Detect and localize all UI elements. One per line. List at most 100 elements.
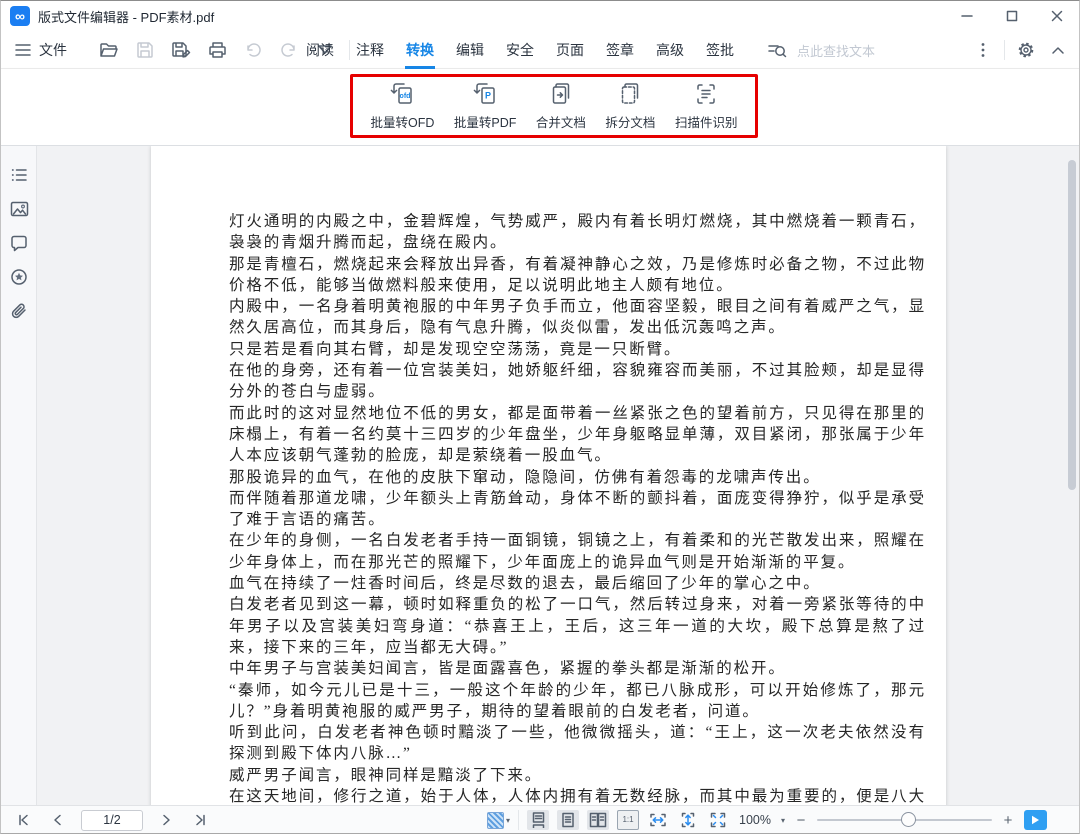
split-document-icon (617, 81, 643, 107)
split-document-button[interactable]: 拆分文档 (601, 79, 659, 133)
paragraph: “秦师，如今元儿已是十三，一般这个年龄的少年，都已八脉成形，可以开始修炼了，那元… (229, 680, 926, 723)
tool-label: 拆分文档 (605, 112, 655, 131)
tab-advanced[interactable]: 高级 (654, 31, 686, 69)
hamburger-icon (15, 43, 33, 57)
batch-to-pdf-icon: P (471, 81, 499, 107)
presentation-play-button[interactable] (1024, 810, 1047, 830)
previous-page-button[interactable] (47, 809, 67, 831)
view-divider (518, 810, 519, 830)
batch-to-pdf-button[interactable]: P 批量转PDF (450, 79, 521, 133)
settings-gear-icon[interactable] (1015, 39, 1037, 61)
paragraph: 内殿中，一名身着明黄袍服的中年男子负手而立，他面容坚毅，眼目之间有着威严之气，显… (229, 296, 926, 339)
redo-button[interactable] (277, 38, 301, 62)
save-as-button[interactable] (169, 38, 193, 62)
right-divider (1004, 40, 1005, 60)
view-mode-group: ▾ 1:1 (487, 806, 729, 834)
tool-label: 扫描件识别 (675, 112, 738, 131)
zoom-in-button[interactable]: + (1000, 812, 1016, 829)
merge-documents-button[interactable]: 合并文档 (532, 79, 590, 133)
close-button[interactable] (1034, 1, 1079, 31)
tool-label: 批量转OFD (371, 112, 435, 131)
zoom-slider[interactable] (817, 810, 992, 830)
app-logo-icon: ∞ (10, 6, 30, 26)
paragraph: 威严男子闻言，眼神同样是黯淡了下来。 (229, 765, 926, 786)
batch-to-ofd-icon: ofd (388, 81, 416, 107)
hatch-swatch-icon (487, 812, 504, 829)
merge-documents-icon (548, 81, 574, 107)
menu-bar: 文件 阅 (1, 31, 1079, 69)
paragraph: 那是青檀石，燃烧起来会释放出异香，有着凝神静心之效，乃是修炼时必备之物，不过此物… (229, 254, 926, 297)
zoom-slider-knob[interactable] (901, 812, 916, 827)
find-text-box[interactable]: 点此查找文本 (767, 31, 875, 69)
fit-width-icon[interactable] (647, 810, 669, 830)
tab-page[interactable]: 页面 (554, 31, 586, 69)
vertical-scrollbar[interactable] (1068, 160, 1076, 490)
facing-pages-icon[interactable] (587, 810, 609, 830)
save-button[interactable] (133, 38, 157, 62)
undo-button[interactable] (241, 38, 265, 62)
background-style-button[interactable]: ▾ (487, 812, 510, 829)
tab-edit[interactable]: 编辑 (454, 31, 486, 69)
file-menu-button[interactable]: 文件 (15, 31, 67, 69)
tab-annotate[interactable]: 注释 (354, 31, 386, 69)
scan-ocr-button[interactable]: 扫描件识别 (671, 79, 742, 133)
annotation-red-box: ofd 批量转OFD P 批量转PDF 合并文档 (350, 74, 758, 138)
menu-bar-right (972, 31, 1069, 69)
comment-icon[interactable] (1, 226, 37, 260)
tab-read[interactable]: 阅读 (304, 31, 336, 69)
attachment-icon[interactable] (1, 294, 37, 328)
paragraph: 只是若是看向其右臂，却是发现空空荡荡，竟是一只断臂。 (229, 339, 926, 360)
batch-to-ofd-button[interactable]: ofd 批量转OFD (367, 79, 439, 133)
last-page-button[interactable] (191, 809, 211, 831)
paragraph: 听到此问，白发老者神色顿时黯淡了一些，他微微摇头，道：“王上，这一次老夫依然没有… (229, 722, 926, 765)
svg-text:ofd: ofd (400, 93, 411, 100)
first-page-button[interactable] (13, 809, 33, 831)
file-menu-label: 文件 (39, 40, 67, 60)
fit-height-icon[interactable] (677, 810, 699, 830)
paragraph: 而伴随着那道龙啸，少年额头上青筋耸动，身体不断的颤抖着，面庞变得狰狞，似乎是承受… (229, 488, 926, 531)
zoom-out-button[interactable]: − (793, 812, 809, 829)
paragraph: 在他的身旁，还有着一位宫装美妇，她娇躯纤细，容貌雍容而美丽，不过其脸颊，却是显得… (229, 360, 926, 403)
actual-size-icon[interactable]: 1:1 (617, 810, 639, 830)
app-window: ∞ 版式文件编辑器 - PDF素材.pdf 文件 (0, 0, 1080, 834)
paragraph: 血气在持续了一炷香时间后，终是尽数的退去，最后缩回了少年的掌心之中。 (229, 573, 926, 594)
more-options-icon[interactable] (972, 39, 994, 61)
paragraph: 而此时的这对显然地位不低的男女，都是面带着一丝紧张之色的望着前方，只见得在那里的… (229, 403, 926, 467)
zoom-dropdown-caret-icon[interactable]: ▾ (781, 816, 785, 825)
tab-signature[interactable]: 签章 (604, 31, 636, 69)
paragraph: 在少年的身侧，一名白发老者手持一面铜镜，铜镜之上，有着柔和的光芒散发出来，照耀在… (229, 530, 926, 573)
actual-size-label: 1:1 (622, 816, 633, 824)
ribbon-convert-panel: ofd 批量转OFD P 批量转PDF 合并文档 (1, 69, 1079, 146)
minimize-button[interactable] (944, 1, 989, 31)
play-icon (1031, 815, 1040, 825)
dropdown-caret-icon: ▾ (506, 816, 510, 825)
zoom-level-value[interactable]: 100% (739, 813, 771, 827)
tool-label: 合并文档 (536, 112, 586, 131)
paragraph: 灯火通明的内殿之中，金碧辉煌，气势威严，殿内有着长明灯燃烧，其中燃烧着一颗青石，… (229, 211, 926, 254)
page-navigation (13, 806, 211, 834)
print-button[interactable] (205, 38, 229, 62)
collapse-ribbon-icon[interactable] (1047, 39, 1069, 61)
continuous-scroll-icon[interactable] (527, 810, 549, 830)
open-file-button[interactable] (97, 38, 121, 62)
find-text-icon (767, 41, 787, 59)
image-icon[interactable] (1, 192, 37, 226)
tab-convert[interactable]: 转换 (404, 31, 436, 69)
document-canvas: 灯火通明的内殿之中，金碧辉煌，气势威严，殿内有着长明灯燃烧，其中燃烧着一颗青石，… (37, 146, 1079, 807)
zoom-controls: 100% ▾ − + (739, 806, 1047, 834)
single-page-icon[interactable] (557, 810, 579, 830)
fit-page-icon[interactable] (707, 810, 729, 830)
page-number-input[interactable] (81, 810, 143, 831)
paragraph: 在这天地间，修行之道，始于人体，人体内拥有着无数经脉，而其中最为重要的，便是八大… (229, 786, 926, 807)
maximize-button[interactable] (989, 1, 1034, 31)
svg-text:P: P (485, 91, 491, 101)
stamp-icon[interactable] (1, 260, 37, 294)
tool-label: 批量转PDF (454, 112, 517, 131)
next-page-button[interactable] (157, 809, 177, 831)
paragraph: 白发老者见到这一幕，顿时如释重负的松了一口气，然后转过身来，对着一旁紧张等待的中… (229, 594, 926, 658)
scan-ocr-icon (692, 81, 720, 107)
outline-list-icon[interactable] (1, 158, 37, 192)
main-area: 灯火通明的内殿之中，金碧辉煌，气势威严，殿内有着长明灯燃烧，其中燃烧着一颗青石，… (1, 146, 1079, 807)
tab-sign-approve[interactable]: 签批 (704, 31, 736, 69)
tab-security[interactable]: 安全 (504, 31, 536, 69)
